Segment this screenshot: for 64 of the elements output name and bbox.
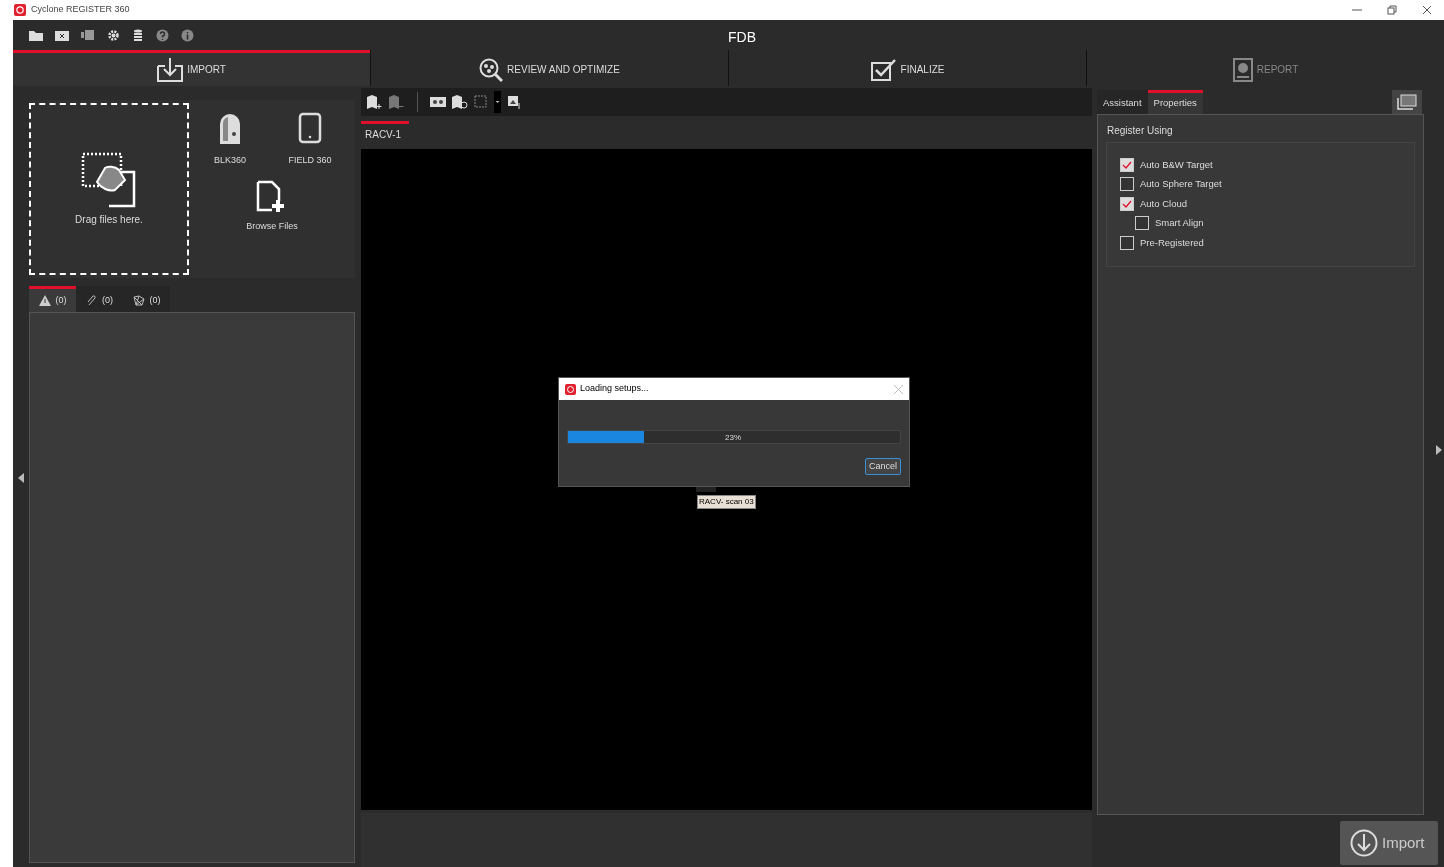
folder-icon[interactable] [29, 29, 43, 41]
progress-reading: 23% [725, 432, 741, 444]
panel-tab[interactable]: Assistant [1097, 90, 1148, 114]
download-circle-icon [1350, 829, 1378, 857]
browse-files-button[interactable]: Browse Files [246, 179, 298, 233]
scan-label: RACV- scan 03 [697, 495, 756, 509]
image-export-icon[interactable] [507, 95, 521, 109]
scanner-device-icon [218, 112, 242, 146]
dropdown-icon[interactable] [494, 91, 501, 113]
footprints-icon[interactable] [430, 96, 446, 108]
window-mode-button[interactable] [1392, 90, 1422, 114]
import-button[interactable]: Import [1340, 821, 1438, 865]
mesh-icon [132, 295, 145, 306]
panel-tab[interactable]: Properties [1147, 90, 1203, 114]
app-logo-icon [565, 383, 576, 395]
remove-map-icon[interactable] [389, 95, 405, 109]
scanner-icon[interactable] [81, 29, 95, 41]
list-tab[interactable]: (0) [76, 286, 123, 312]
settings-icon[interactable] [107, 28, 120, 42]
collapse-left-icon[interactable] [18, 472, 24, 483]
report-icon [1232, 57, 1253, 82]
database-icon[interactable] [132, 29, 144, 41]
checkbox[interactable] [1135, 216, 1149, 231]
project-title: FDB [728, 28, 756, 47]
expand-right-icon[interactable] [1436, 445, 1442, 455]
device-button[interactable]: FIELD 360 [282, 112, 338, 168]
option-label: Pre-Registered [1140, 235, 1204, 250]
window-title: Cyclone REGISTER 360 [31, 3, 130, 17]
info-icon[interactable] [181, 28, 194, 42]
close-project-icon[interactable] [55, 29, 69, 41]
option-label: Auto Cloud [1140, 196, 1187, 211]
workflow-step[interactable]: IMPORT [13, 50, 370, 86]
dialog-title: Loading setups... [580, 382, 649, 396]
checkbox[interactable] [1120, 196, 1134, 211]
checkmark-icon [1122, 160, 1132, 169]
viewer-tab[interactable]: RACV-1 [361, 121, 409, 145]
option-label: Auto B&W Target [1140, 157, 1213, 172]
magnifier-icon [479, 57, 504, 82]
option-label: Auto Sphere Target [1140, 177, 1222, 192]
close-icon[interactable] [1422, 5, 1432, 15]
help-icon[interactable] [156, 28, 169, 42]
restore-icon[interactable] [1387, 5, 1397, 15]
download-box-icon [157, 57, 184, 82]
app-logo-icon [14, 4, 26, 16]
list-tab[interactable]: (0) [29, 286, 76, 312]
tablet-icon [298, 112, 322, 146]
add-map-icon[interactable] [367, 95, 383, 109]
checkbox[interactable] [1120, 235, 1134, 250]
hand-drag-icon [81, 151, 137, 208]
list-tab[interactable]: (0) [123, 286, 170, 312]
checkbox[interactable] [1120, 177, 1134, 192]
checkbox[interactable] [1120, 157, 1134, 172]
map-pin-icon[interactable] [452, 94, 468, 110]
checkbox-check-icon [870, 58, 897, 81]
paperclip-icon [86, 295, 97, 306]
drop-zone-text: Drag files here. [75, 212, 143, 227]
drop-zone[interactable]: Drag files here. [29, 103, 189, 275]
cancel-button[interactable]: Cancel [865, 458, 901, 475]
checkmark-icon [1122, 199, 1132, 208]
warning-icon [38, 295, 51, 306]
group-title: Register Using [1106, 124, 1174, 138]
window-icon [1397, 94, 1417, 110]
device-button[interactable]: BLK360 [206, 112, 254, 168]
option-label: Smart Align [1155, 216, 1204, 231]
